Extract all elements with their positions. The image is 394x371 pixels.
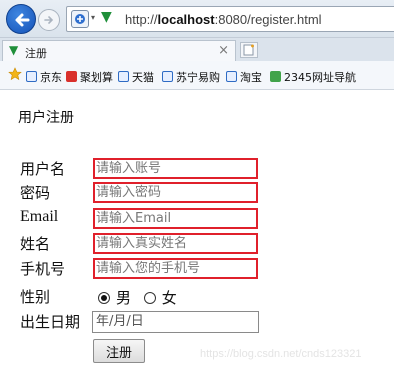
realname-label: 姓名 (20, 235, 51, 253)
tab-bar: ▼ 注册 × (0, 37, 394, 62)
favorite-link-juhuasuan[interactable]: 聚划算 (66, 69, 113, 85)
gender-label: 性别 (20, 288, 51, 306)
favorite-link-suning[interactable]: 苏宁易购 (162, 69, 220, 85)
address-bar[interactable]: ▾ ▼ http://localhost:8080/register.html (66, 6, 394, 32)
page-title: 用户注册 (18, 110, 74, 126)
favorite-link-tmall[interactable]: 天猫 (118, 69, 154, 85)
email-input[interactable] (93, 208, 258, 229)
realname-input[interactable] (93, 233, 258, 254)
2345-icon (270, 71, 281, 82)
browser-chrome: ▾ ▼ http://localhost:8080/register.html … (0, 0, 394, 90)
navigation-bar: ▾ ▼ http://localhost:8080/register.html (0, 0, 394, 37)
phone-label: 手机号 (20, 260, 66, 278)
birthday-label: 出生日期 (20, 313, 81, 331)
browser-logo-icon: ▼ (101, 9, 112, 25)
chevron-down-icon[interactable]: ▾ (91, 13, 95, 22)
new-tab-icon (243, 44, 254, 56)
password-label: 密码 (20, 184, 51, 202)
arrow-left-icon (15, 13, 30, 27)
ie-page-icon (118, 71, 129, 82)
favorite-link-jd[interactable]: 京东 (26, 69, 62, 85)
gender-male-radio[interactable] (98, 292, 110, 304)
url-text[interactable]: http://localhost:8080/register.html (125, 12, 322, 27)
password-input[interactable] (93, 182, 258, 203)
juhuasuan-icon (66, 71, 77, 82)
browser-logo-icon: ▼ (9, 43, 19, 57)
gender-female-label[interactable]: 女 (162, 289, 177, 307)
phone-input[interactable] (93, 258, 258, 279)
favorites-star-icon[interactable] (8, 67, 22, 81)
tab-title: 注册 (25, 47, 47, 60)
watermark-text: https://blog.csdn.net/cnds123321 (200, 348, 362, 360)
ie-page-icon (162, 71, 173, 82)
gender-male-label[interactable]: 男 (116, 289, 131, 307)
back-button[interactable] (6, 4, 36, 34)
favorite-link-2345[interactable]: 2345网址导航 (270, 69, 356, 85)
shield-icon[interactable] (71, 10, 89, 28)
page-content: 用户注册 用户名 密码 Email 姓名 手机号 性别 男 女 出生日期 年/月… (0, 90, 394, 371)
favorites-bar: 京东 聚划算 天猫 苏宁易购 淘宝 2345网址导航 (0, 61, 394, 90)
arrow-right-icon (44, 16, 54, 24)
birthday-date-input[interactable]: 年/月/日 (92, 311, 259, 333)
new-tab-button[interactable] (240, 42, 258, 58)
forward-button[interactable] (38, 9, 60, 31)
favorite-link-taobao[interactable]: 淘宝 (226, 69, 262, 85)
username-input[interactable] (93, 158, 258, 179)
username-label: 用户名 (20, 160, 66, 178)
ie-page-icon (226, 71, 237, 82)
register-button[interactable]: 注册 (93, 339, 145, 363)
tab-register[interactable]: ▼ 注册 × (2, 40, 236, 62)
close-icon[interactable]: × (218, 43, 229, 58)
gender-radio-group: 男 女 (98, 287, 185, 308)
gender-female-radio[interactable] (143, 292, 156, 304)
email-label: Email (20, 208, 59, 225)
ie-page-icon (26, 71, 37, 82)
